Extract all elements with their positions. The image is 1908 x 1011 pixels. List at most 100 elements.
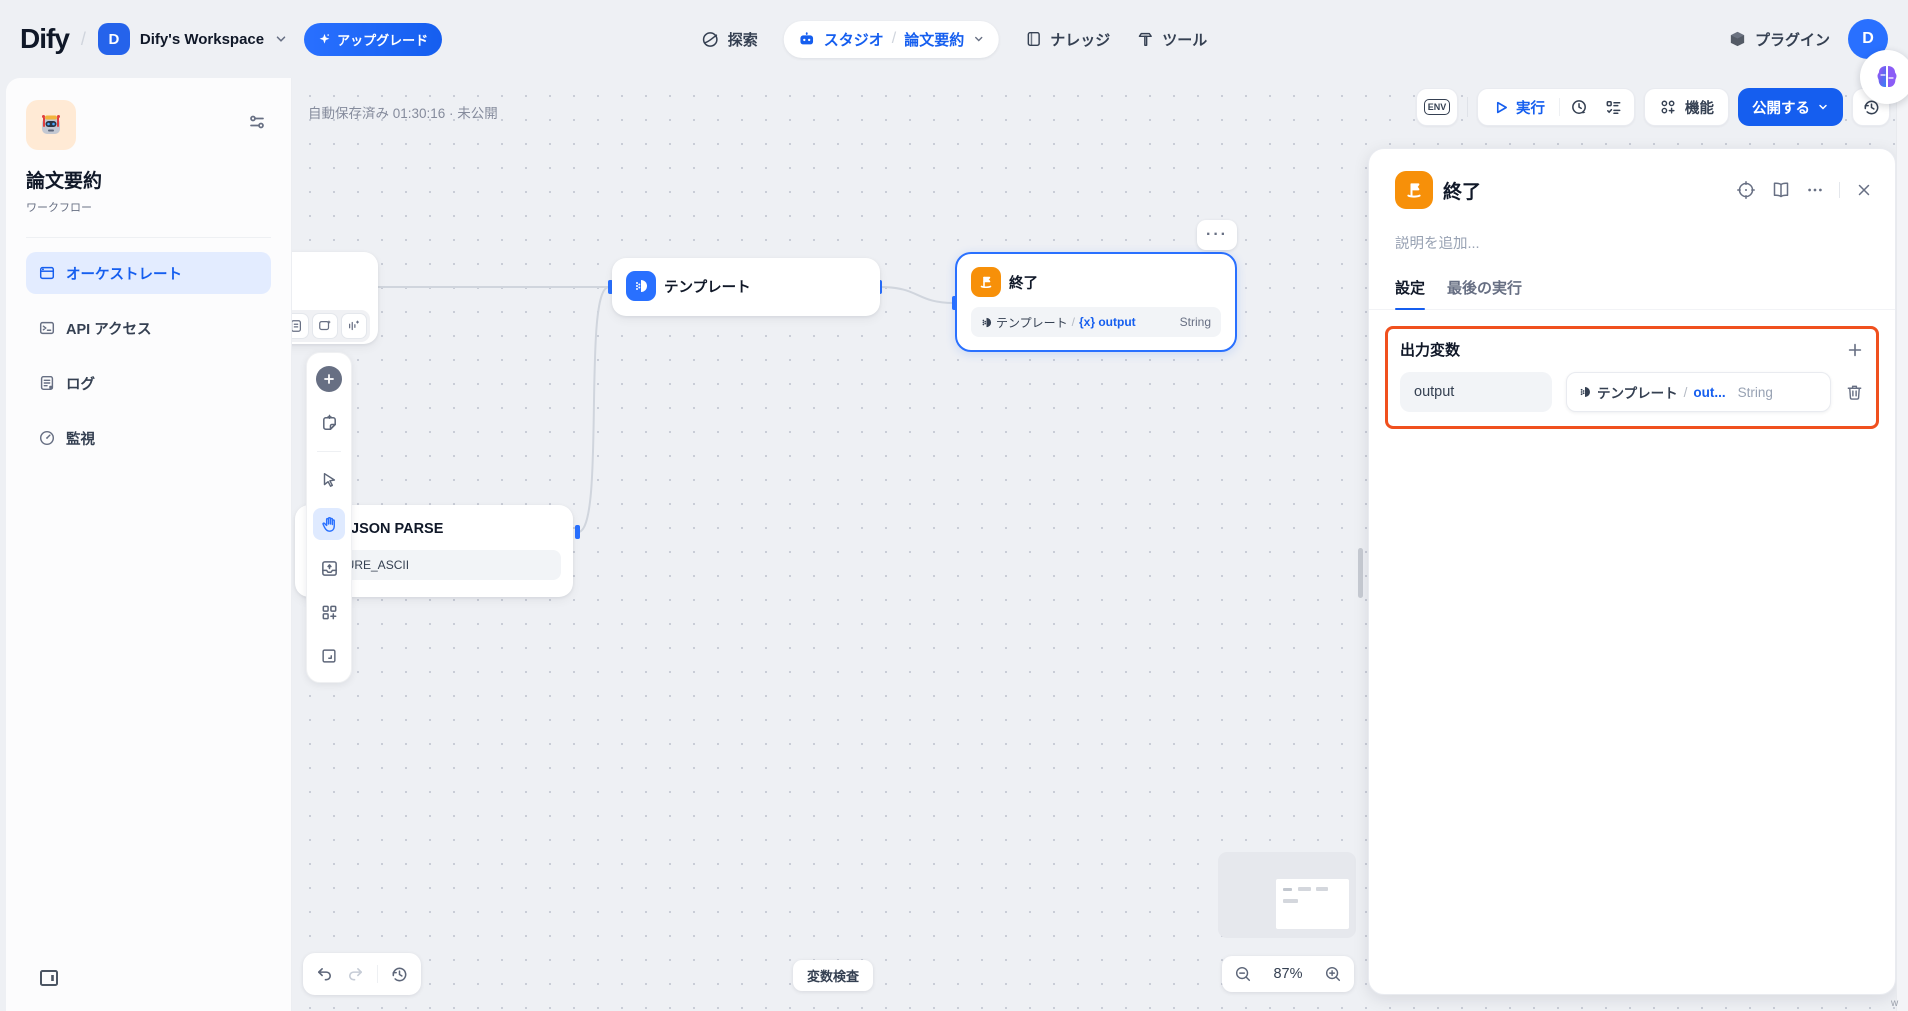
sidebar-item-monitoring[interactable]: 監視 — [26, 417, 271, 459]
run-history-icon[interactable] — [1562, 90, 1596, 124]
gauge-icon — [38, 429, 56, 447]
redo-button[interactable] — [346, 965, 365, 984]
divider — [26, 237, 271, 238]
description-field[interactable] — [1395, 235, 1869, 253]
undo-button[interactable] — [315, 965, 334, 984]
sidebar-item-orchestrate[interactable]: オーケストレート — [26, 252, 271, 294]
docs-icon[interactable] — [1771, 180, 1791, 200]
node-start[interactable] — [292, 252, 378, 344]
tab-last-run[interactable]: 最後の実行 — [1447, 277, 1522, 309]
features-button[interactable]: 機能 — [1644, 88, 1729, 126]
nav-current-app[interactable]: 論文要約 — [904, 29, 964, 50]
change-history-button[interactable] — [390, 965, 409, 984]
history-controls — [303, 953, 421, 995]
tab-settings[interactable]: 設定 — [1395, 277, 1426, 310]
audio-type-icon[interactable] — [341, 313, 367, 339]
node-title: JSON PARSE — [351, 521, 444, 537]
workspace-avatar[interactable]: D — [97, 23, 130, 55]
zoom-out-icon[interactable] — [1234, 965, 1252, 983]
panel-title: 終了 — [1443, 181, 1482, 203]
zoom-control: 87% — [1222, 956, 1354, 992]
app-icon-robot — [26, 100, 76, 150]
chevron-down-icon[interactable] — [972, 33, 984, 45]
app-settings-icon[interactable] — [247, 112, 267, 132]
top-navbar: Dify / D Dify's Workspace アップグレード 探索 スタジ… — [0, 0, 1908, 78]
add-note-button[interactable] — [313, 407, 345, 439]
run-button[interactable]: 実行 — [1482, 97, 1557, 118]
output-variable-row: テンプレート / out... String — [1400, 372, 1864, 412]
end-node-icon — [1395, 171, 1433, 209]
browser-edge-strip — [1896, 78, 1908, 1011]
sparkle-icon — [318, 33, 331, 46]
zoom-level[interactable]: 87% — [1273, 966, 1302, 982]
divider — [1839, 182, 1840, 198]
output-variables-section: 出力変数 テンプレート / out... String — [1385, 326, 1879, 429]
export-dsl-button[interactable] — [313, 552, 345, 584]
nav-plugins[interactable]: プラグイン — [1728, 29, 1830, 50]
node-more-button[interactable]: ··· — [1197, 220, 1237, 250]
end-node-icon — [971, 267, 1001, 297]
minimap-viewport[interactable] — [1276, 879, 1349, 929]
document-type-icon[interactable] — [292, 313, 309, 339]
blocks-button[interactable] — [313, 596, 345, 628]
delete-variable-icon[interactable] — [1845, 383, 1864, 402]
panel-tabs: 設定 最後の実行 — [1369, 253, 1895, 310]
minimap[interactable] — [1218, 852, 1356, 938]
autosave-status: 自動保存済み 01:30:16 · 未公開 — [308, 106, 498, 121]
template-node-icon — [626, 271, 656, 301]
book-icon — [1024, 30, 1042, 48]
workflow-canvas[interactable]: 自動保存済み 01:30:16 · 未公開 { — [292, 78, 1896, 1011]
more-options-icon[interactable] — [1806, 181, 1824, 199]
node-title: テンプレート — [664, 279, 751, 296]
nav-knowledge[interactable]: ナレッジ — [1024, 29, 1110, 50]
workspace-name[interactable]: Dify's Workspace — [140, 31, 264, 48]
log-document-icon — [38, 374, 56, 392]
node-config-panel: 終了 設定 最後の実行 — [1368, 148, 1896, 995]
canvas-scrollbar-thumb[interactable] — [1358, 548, 1363, 598]
hammer-icon — [1136, 30, 1154, 48]
pointer-tool[interactable] — [313, 464, 345, 496]
variable-icon — [1580, 387, 1590, 397]
node-template[interactable]: テンプレート — [612, 258, 880, 316]
dify-logo: Dify — [20, 23, 70, 54]
checklist-icon[interactable] — [1596, 90, 1630, 124]
close-icon[interactable] — [1855, 181, 1873, 199]
nav-explore[interactable]: 探索 — [701, 29, 758, 50]
zoom-in-icon[interactable] — [1324, 965, 1342, 983]
add-node-button[interactable] — [313, 363, 345, 395]
end-output-variable: テンプレート / {x} output String — [971, 307, 1221, 337]
app-subtitle: ワークフロー — [26, 202, 92, 214]
add-variable-button[interactable] — [1846, 341, 1864, 359]
start-file-types — [292, 310, 370, 342]
nav-studio-active[interactable]: スタジオ / 論文要約 — [783, 20, 999, 58]
fit-view-button[interactable] — [313, 640, 345, 672]
publish-button[interactable]: 公開する — [1738, 88, 1843, 126]
description-input[interactable] — [1395, 236, 1869, 252]
nav-studio-label[interactable]: スタジオ — [824, 29, 884, 50]
node-end[interactable]: 終了 テンプレート / {x} output String — [955, 252, 1237, 352]
variable-inspect-button[interactable]: 変数検査 — [793, 960, 874, 991]
chevron-down-icon[interactable] — [274, 32, 288, 46]
variable-selector[interactable]: テンプレート / out... String — [1566, 372, 1831, 412]
terminal-icon — [38, 319, 56, 337]
play-icon — [1496, 101, 1507, 113]
divider — [317, 451, 341, 452]
divider — [1467, 97, 1468, 117]
media-type-icon[interactable] — [312, 313, 338, 339]
hand-tool[interactable] — [313, 508, 345, 540]
upgrade-button[interactable]: アップグレード — [304, 22, 443, 56]
collapse-sidebar-icon[interactable] — [38, 967, 60, 989]
divider — [377, 965, 378, 983]
window-icon — [38, 264, 56, 282]
nav-tools[interactable]: ツール — [1136, 29, 1207, 50]
env-button[interactable]: ENV — [1416, 88, 1458, 126]
sidebar-item-logs[interactable]: ログ — [26, 362, 271, 404]
sidebar-item-api-access[interactable]: API アクセス — [26, 307, 271, 349]
output-variables-title: 出力変数 — [1400, 342, 1461, 359]
robot-icon — [798, 30, 816, 48]
variable-name-input[interactable] — [1400, 372, 1552, 412]
extension-brain-icon[interactable] — [1860, 50, 1908, 104]
breadcrumb-slash: / — [80, 28, 86, 49]
locate-node-icon[interactable] — [1736, 180, 1756, 200]
features-icon — [1661, 100, 1675, 114]
